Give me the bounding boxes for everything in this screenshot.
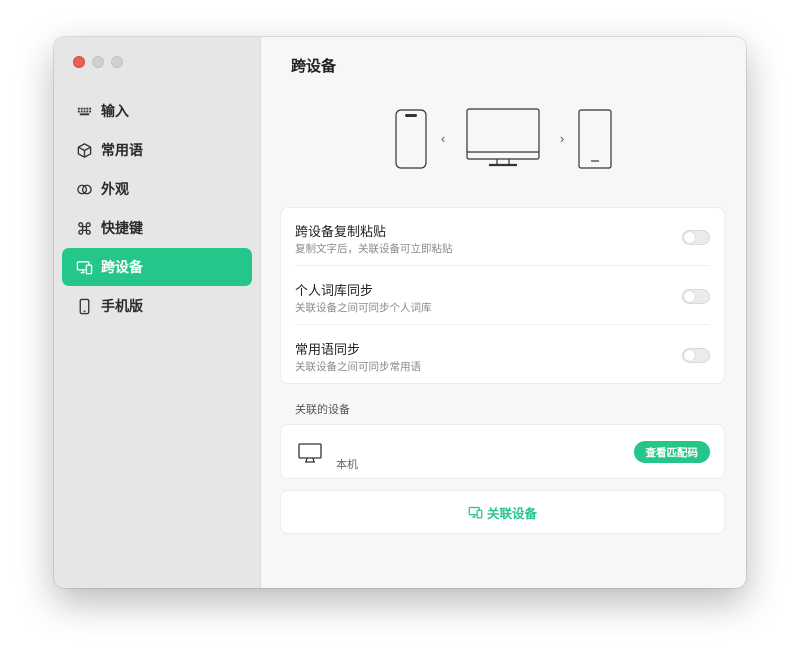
phone-illustration-icon — [395, 109, 427, 169]
setting-row-dictionary-sync: 个人词库同步 关联设备之间可同步个人词库 — [281, 267, 724, 325]
cross-device-illustration: ‹ › — [395, 108, 612, 169]
device-name: 本机 — [336, 458, 358, 471]
divider — [295, 265, 710, 266]
minimize-button[interactable] — [92, 56, 104, 68]
device-card: 本机 查看匹配码 — [280, 424, 725, 479]
cube-icon — [76, 142, 93, 159]
sidebar-item-label: 手机版 — [101, 299, 143, 315]
sidebar-nav: 输入 常用语 外观 快捷键 跨设备 手机版 — [62, 92, 252, 326]
linked-devices-label: 关联的设备 — [295, 403, 350, 416]
sidebar-item-label: 外观 — [101, 182, 129, 198]
left-arrow-icon: ‹ — [441, 131, 445, 146]
setting-title: 常用语同步 — [295, 343, 361, 358]
phone-icon — [76, 298, 93, 315]
sidebar-item-label: 常用语 — [101, 143, 143, 159]
zoom-button[interactable] — [111, 56, 123, 68]
page-title: 跨设备 — [291, 57, 337, 75]
window-controls — [73, 56, 123, 68]
circles-icon — [76, 181, 93, 198]
close-button[interactable] — [73, 56, 85, 68]
sidebar: 输入 常用语 外观 快捷键 跨设备 手机版 — [54, 37, 261, 588]
setting-subtitle: 复制文字后，关联设备可立即粘贴 — [295, 243, 453, 255]
sidebar-item-cross-device[interactable]: 跨设备 — [62, 248, 252, 286]
settings-card: 跨设备复制粘贴 复制文字后，关联设备可立即粘贴 个人词库同步 关联设备之间可同步… — [280, 207, 725, 384]
right-arrow-icon: › — [560, 131, 564, 146]
monitor-icon — [298, 443, 322, 463]
desktop-illustration-icon — [466, 108, 540, 167]
sidebar-item-phrases[interactable]: 常用语 — [62, 131, 252, 169]
setting-subtitle: 关联设备之间可同步个人词库 — [295, 302, 432, 314]
link-device-label: 关联设备 — [486, 505, 537, 521]
command-icon — [76, 220, 93, 237]
devices-icon — [76, 259, 93, 276]
tablet-illustration-icon — [578, 109, 612, 169]
sidebar-item-label: 输入 — [101, 104, 129, 120]
app-window: 输入 常用语 外观 快捷键 跨设备 手机版 跨设备 ‹ › 跨设备复制粘贴 复制… — [54, 37, 746, 588]
setting-row-phrases-sync: 常用语同步 关联设备之间可同步常用语 — [281, 326, 724, 384]
sidebar-item-label: 跨设备 — [101, 260, 143, 276]
setting-title: 个人词库同步 — [295, 284, 374, 299]
setting-row-copy-paste: 跨设备复制粘贴 复制文字后，关联设备可立即粘贴 — [281, 208, 724, 266]
main-panel: 跨设备 ‹ › 跨设备复制粘贴 复制文字后，关联设备可立即粘贴 个人词库同步 关… — [261, 37, 746, 588]
sidebar-item-appearance[interactable]: 外观 — [62, 170, 252, 208]
divider — [295, 324, 710, 325]
setting-title: 跨设备复制粘贴 — [295, 225, 387, 240]
phrases-sync-toggle[interactable] — [682, 348, 710, 363]
sidebar-item-input[interactable]: 输入 — [62, 92, 252, 130]
link-device-label-wrap: 关联设备 — [468, 503, 537, 522]
copy-paste-toggle[interactable] — [682, 230, 710, 245]
sidebar-item-shortcuts[interactable]: 快捷键 — [62, 209, 252, 247]
link-device-button[interactable]: 关联设备 — [280, 490, 725, 534]
view-pair-code-button[interactable]: 查看匹配码 — [633, 441, 710, 463]
setting-subtitle: 关联设备之间可同步常用语 — [295, 361, 421, 373]
sidebar-item-mobile[interactable]: 手机版 — [62, 287, 252, 325]
sidebar-item-label: 快捷键 — [101, 221, 143, 237]
keyboard-icon — [76, 103, 93, 120]
dictionary-sync-toggle[interactable] — [682, 289, 710, 304]
devices-icon — [468, 506, 483, 519]
